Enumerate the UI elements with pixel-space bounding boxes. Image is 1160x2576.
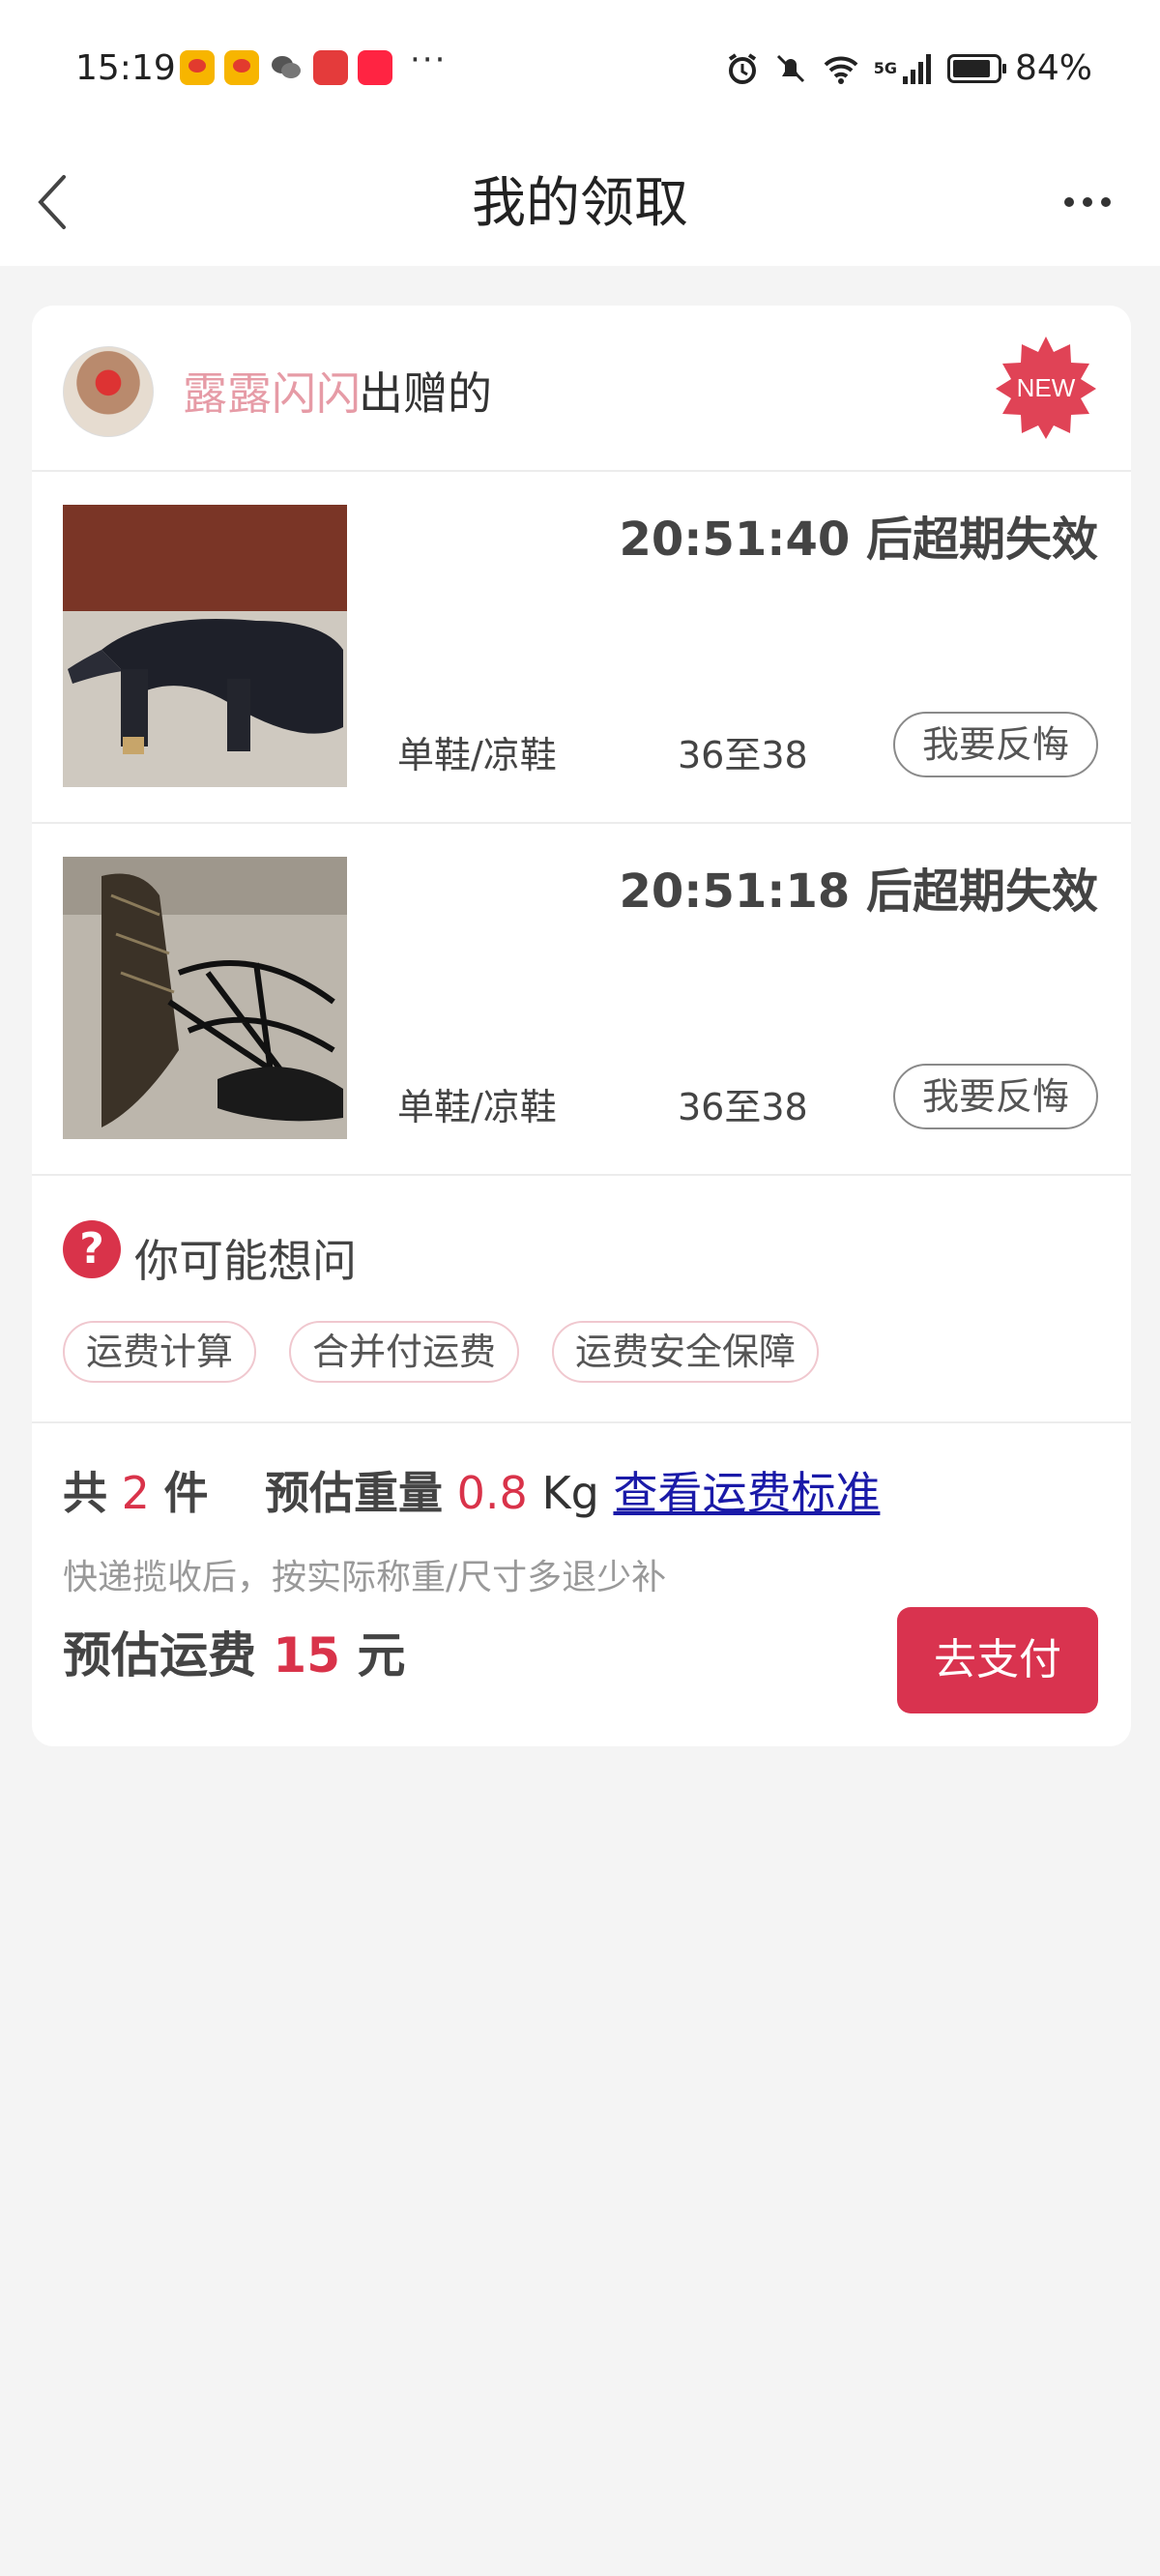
product-image[interactable] xyxy=(63,505,347,787)
item-size: 36至38 xyxy=(678,734,808,776)
item-size: 36至38 xyxy=(678,1086,808,1128)
new-badge-icon: NEW xyxy=(996,337,1096,439)
estimated-fee: 预估运费 15 元 xyxy=(63,1617,405,1686)
wifi-icon xyxy=(824,56,858,84)
count-unit: 件 xyxy=(163,1467,209,1519)
fee-value: 15 xyxy=(273,1627,341,1683)
faq-title: 你可能想问 xyxy=(134,1235,357,1287)
faq-chips: 运费计算 合并付运费 运费安全保障 xyxy=(63,1321,820,1383)
shipping-note: 快递揽收后，按实际称重/尺寸多退少补 xyxy=(63,1558,667,1597)
fee-label: 预估运费 xyxy=(63,1627,256,1683)
battery-icon xyxy=(946,53,1006,83)
more-notifications-icon: ··· xyxy=(410,41,448,79)
expiry-countdown: 20:51:40 后超期失效 xyxy=(619,512,1099,567)
signal-icon xyxy=(902,53,931,84)
total-prefix: 共 xyxy=(63,1467,107,1519)
more-options-button[interactable] xyxy=(1054,183,1121,221)
pay-button[interactable]: 去支付 xyxy=(897,1607,1098,1713)
question-icon: ? xyxy=(63,1220,121,1278)
list-item[interactable]: 20:51:18 后超期失效 单鞋/凉鞋 36至38 我要反悔 xyxy=(32,824,1131,1176)
page-title: 我的领取 xyxy=(472,172,688,235)
dot-icon xyxy=(1083,197,1092,207)
network-type: 5G xyxy=(873,59,897,77)
item-category: 单鞋/凉鞋 xyxy=(397,1086,557,1128)
dot-icon xyxy=(1101,197,1111,207)
status-bar: 15:19 ··· 5G 84% xyxy=(0,0,1160,140)
weight-unit: Kg xyxy=(541,1467,599,1519)
avatar[interactable] xyxy=(63,346,154,437)
order-card: 露露闪闪 出赠的 NEW 20:51:40 后超期失效 单鞋/凉鞋 36至38 … xyxy=(32,306,1131,1746)
dot-icon xyxy=(1064,197,1074,207)
new-badge-text: NEW xyxy=(1017,373,1076,402)
giver-name[interactable]: 露露闪闪 xyxy=(183,359,361,423)
wechat-icon xyxy=(269,50,304,85)
xiaohongshu-icon xyxy=(358,50,392,85)
faq-chip-combined-shipping[interactable]: 合并付运费 xyxy=(289,1321,520,1383)
weibo-icon xyxy=(180,50,215,85)
battery-level: 84% xyxy=(1014,48,1092,88)
shipping-standard-link[interactable]: 查看运费标准 xyxy=(613,1467,880,1519)
weight-value: 0.8 xyxy=(456,1467,528,1519)
item-count: 2 xyxy=(121,1467,150,1519)
list-item[interactable]: 20:51:40 后超期失效 单鞋/凉鞋 36至38 我要反悔 xyxy=(32,472,1131,824)
summary-line: 共 2 件 预估重量 0.8 Kg 查看运费标准 xyxy=(63,1458,880,1522)
nav-header: 我的领取 xyxy=(0,140,1160,266)
item-category: 单鞋/凉鞋 xyxy=(397,734,557,776)
app-notification-icon xyxy=(313,50,348,85)
status-time: 15:19 xyxy=(75,48,176,88)
alarm-icon xyxy=(728,52,756,84)
regret-button[interactable]: 我要反悔 xyxy=(893,712,1098,777)
status-right: 5G 84% xyxy=(725,48,1092,88)
giver-suffix: 出赠的 xyxy=(359,367,492,420)
weight-label: 预估重量 xyxy=(265,1467,444,1519)
expiry-countdown: 20:51:18 后超期失效 xyxy=(619,864,1099,919)
faq-chip-shipping-protection[interactable]: 运费安全保障 xyxy=(552,1321,820,1383)
regret-button[interactable]: 我要反悔 xyxy=(893,1064,1098,1129)
faq-chip-shipping-calc[interactable]: 运费计算 xyxy=(63,1321,257,1383)
notification-icons xyxy=(180,50,392,85)
mute-icon xyxy=(776,54,804,82)
weibo-icon xyxy=(224,50,259,85)
faq-section: ? 你可能想问 运费计算 合并付运费 运费安全保障 xyxy=(32,1176,1131,1423)
fee-unit: 元 xyxy=(357,1627,406,1683)
product-image[interactable] xyxy=(63,857,347,1139)
giver-row: 露露闪闪 出赠的 NEW xyxy=(32,306,1131,472)
shipping-summary: 共 2 件 预估重量 0.8 Kg 查看运费标准 快递揽收后，按实际称重/尺寸多… xyxy=(32,1423,1131,1746)
